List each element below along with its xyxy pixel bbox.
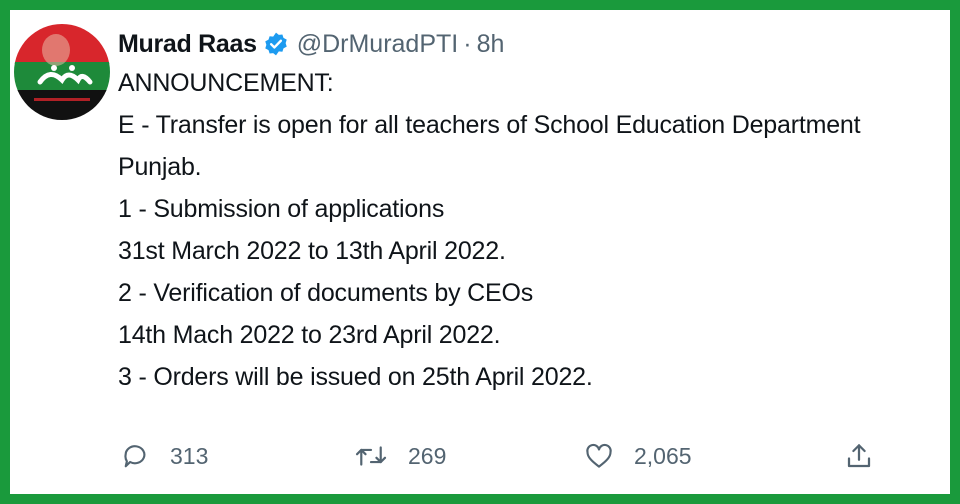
retweet-icon xyxy=(354,441,388,471)
body-line-transfer: E - Transfer is open for all teachers of… xyxy=(118,111,861,139)
like-count: 2,065 xyxy=(634,442,692,469)
separator-dot: · xyxy=(463,29,472,58)
reply-button[interactable]: 313 xyxy=(120,436,208,476)
like-button[interactable]: 2,065 xyxy=(584,436,692,476)
body-line-heading: ANNOUNCEMENT: xyxy=(118,69,334,97)
body-line-step-2: 2 - Verification of documents by CEOs xyxy=(118,279,534,307)
avatar-image xyxy=(14,24,110,120)
body-line-step-1: 1 - Submission of applications xyxy=(118,195,445,223)
retweet-count: 269 xyxy=(408,442,447,469)
body-line-punjab: Punjab. xyxy=(118,153,202,181)
avatar[interactable] xyxy=(14,24,110,120)
action-bar: 313 269 2,065 xyxy=(120,436,880,476)
author-line: Murad Raas @DrMuradPTI · 8h xyxy=(118,26,936,62)
author-handle[interactable]: @DrMuradPTI xyxy=(297,30,459,59)
body-line-step-2-dates: 14th Mach 2022 to 23rd April 2022. xyxy=(118,321,501,349)
tweet-timestamp[interactable]: 8h xyxy=(477,30,505,59)
retweet-button[interactable]: 269 xyxy=(354,436,446,476)
share-icon xyxy=(844,441,874,471)
share-button[interactable] xyxy=(844,436,874,476)
tweet-body: ANNOUNCEMENT: E - Transfer is open for a… xyxy=(118,62,936,398)
tweet-content: Murad Raas @DrMuradPTI · 8h ANNOUNCEMENT… xyxy=(118,26,936,398)
reply-icon xyxy=(120,441,150,471)
tweet-card: Murad Raas @DrMuradPTI · 8h ANNOUNCEMENT… xyxy=(10,10,950,494)
heart-icon xyxy=(584,441,614,471)
body-line-step-1-dates: 31st March 2022 to 13th April 2022. xyxy=(118,237,506,265)
reply-count: 313 xyxy=(170,442,209,469)
body-line-step-3: 3 - Orders will be issued on 25th April … xyxy=(118,363,593,391)
verified-badge-icon xyxy=(263,31,289,57)
author-name[interactable]: Murad Raas xyxy=(118,30,257,59)
